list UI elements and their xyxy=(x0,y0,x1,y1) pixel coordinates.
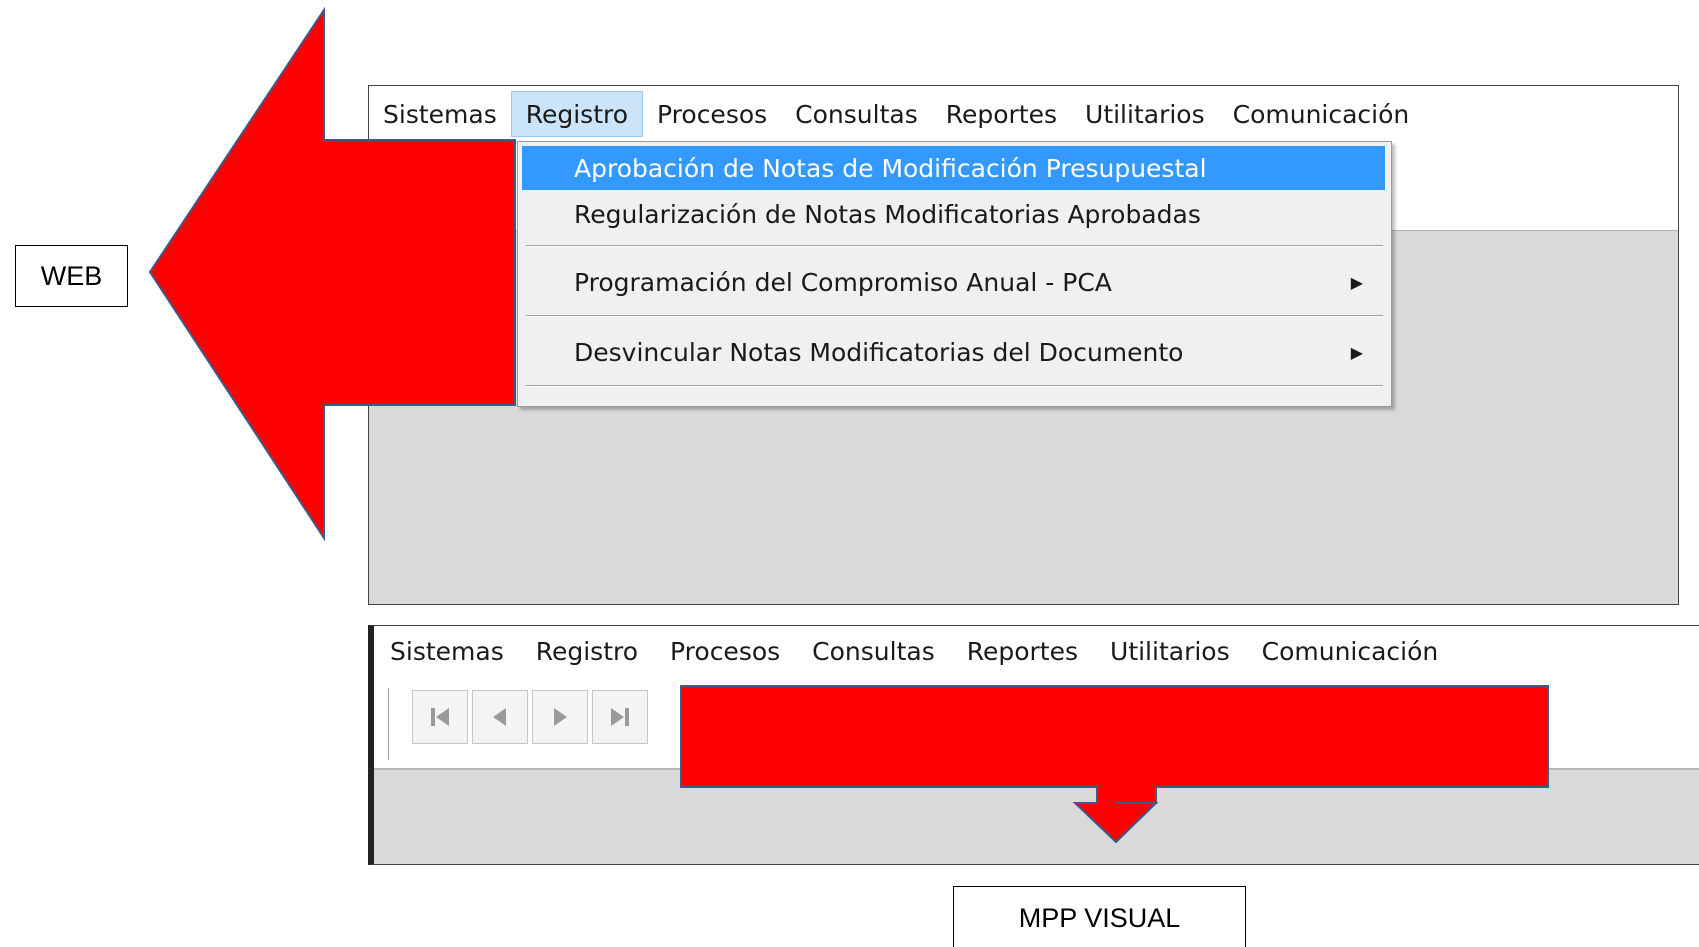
menu-item-label: Programación del Compromiso Anual - PCA xyxy=(574,267,1112,297)
mpp-visual-label: MPP VISUAL xyxy=(953,886,1246,947)
submenu-arrow-icon: ▶ xyxy=(1350,342,1363,362)
bottom-menu-bar: Sistemas Registro Procesos Consultas Rep… xyxy=(374,626,1699,676)
menu-consultas[interactable]: Consultas xyxy=(796,629,951,673)
last-record-icon xyxy=(611,708,629,726)
menu-registro[interactable]: Registro xyxy=(510,91,644,137)
menu-procesos[interactable]: Procesos xyxy=(654,629,796,673)
last-record-button[interactable] xyxy=(592,690,648,744)
menu-registro[interactable]: Registro xyxy=(520,629,654,673)
menu-item-programacion-pca[interactable]: Programación del Compromiso Anual - PCA … xyxy=(522,260,1385,304)
previous-record-icon xyxy=(493,708,506,726)
menu-reportes[interactable]: Reportes xyxy=(932,92,1071,136)
menu-item-regularizacion-notas[interactable]: Regularización de Notas Modificatorias A… xyxy=(522,192,1385,236)
menu-sistemas[interactable]: Sistemas xyxy=(369,92,511,136)
toolbar-grip[interactable] xyxy=(388,688,394,760)
menu-procesos[interactable]: Procesos xyxy=(643,92,781,136)
menu-reportes[interactable]: Reportes xyxy=(951,629,1094,673)
menu-item-label: Regularización de Notas Modificatorias A… xyxy=(574,199,1201,229)
menu-item-label: Aprobación de Notas de Modificación Pres… xyxy=(574,153,1207,183)
first-record-icon xyxy=(431,708,449,726)
menu-sistemas[interactable]: Sistemas xyxy=(374,629,520,673)
menu-item-desvincular-notas[interactable]: Desvincular Notas Modificatorias del Doc… xyxy=(522,330,1385,374)
menu-separator xyxy=(526,315,1383,317)
top-menu-bar: Sistemas Registro Procesos Consultas Rep… xyxy=(369,86,1678,143)
menu-item-aprobacion-notas[interactable]: Aprobación de Notas de Modificación Pres… xyxy=(522,146,1385,190)
menu-utilitarios[interactable]: Utilitarios xyxy=(1071,92,1219,136)
next-record-icon xyxy=(554,708,567,726)
web-label: WEB xyxy=(15,245,128,307)
menu-separator xyxy=(526,385,1383,387)
next-record-button[interactable] xyxy=(532,690,588,744)
first-record-button[interactable] xyxy=(412,690,468,744)
menu-comunicacion[interactable]: Comunicación xyxy=(1246,629,1455,673)
menu-comunicacion[interactable]: Comunicación xyxy=(1219,92,1424,136)
menu-consultas[interactable]: Consultas xyxy=(781,92,932,136)
registro-dropdown-menu: Aprobación de Notas de Modificación Pres… xyxy=(517,141,1392,407)
menu-separator xyxy=(526,245,1383,247)
submenu-arrow-icon: ▶ xyxy=(1350,272,1363,292)
menu-utilitarios[interactable]: Utilitarios xyxy=(1094,629,1246,673)
previous-record-button[interactable] xyxy=(472,690,528,744)
screenshot-stage: Sistemas Registro Procesos Consultas Rep… xyxy=(0,0,1699,947)
bottom-toolbar xyxy=(374,676,1699,770)
bottom-app-window: Sistemas Registro Procesos Consultas Rep… xyxy=(368,625,1699,865)
menu-item-label: Desvincular Notas Modificatorias del Doc… xyxy=(574,337,1184,367)
